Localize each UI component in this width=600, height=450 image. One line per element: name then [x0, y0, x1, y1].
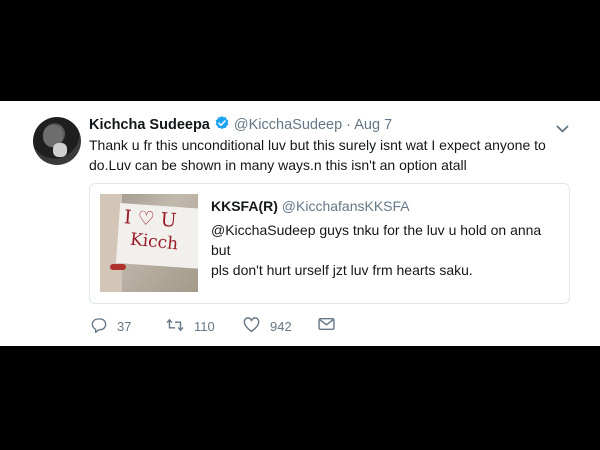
reply-icon [91, 317, 117, 336]
quoted-tweet-text: @KicchaSudeep guys tnku for the luv u ho… [211, 220, 556, 280]
tweet-text: Thank u fr this unconditional luv but th… [89, 135, 559, 175]
image-word: I ♡ U [123, 206, 178, 232]
image-wound [110, 264, 126, 270]
retweet-count: 110 [194, 319, 215, 334]
like-count: 942 [270, 319, 292, 334]
tweet-header: Kichcha Sudeepa @KicchaSudeep · Aug 7 [89, 115, 392, 136]
quoted-author-name: KKSFA(R) [211, 198, 278, 214]
quoted-tweet-image[interactable]: I ♡ U Kicch [100, 194, 198, 292]
like-button[interactable]: 942 [243, 317, 292, 336]
heart-icon [243, 317, 270, 336]
reply-count: 37 [117, 319, 132, 334]
quoted-tweet-header: KKSFA(R) @KicchafansKKSFA [211, 197, 410, 215]
retweet-button[interactable]: 110 [166, 317, 215, 336]
mail-icon [318, 317, 345, 334]
quoted-text-line: @KicchaSudeep guys tnku for the luv u ho… [211, 222, 542, 258]
verified-badge-icon [214, 115, 230, 136]
author-name[interactable]: Kichcha Sudeepa [89, 117, 210, 133]
quoted-author-handle: @KicchafansKKSFA [281, 198, 410, 214]
tweet-text-line: Thank u fr this unconditional luv but th… [89, 137, 546, 153]
author-handle[interactable]: @KicchaSudeep [234, 117, 342, 133]
tweet-actions: 37 110 942 [89, 317, 389, 337]
tweet-card[interactable]: Kichcha Sudeepa @KicchaSudeep · Aug 7 Th… [0, 101, 600, 346]
quoted-tweet[interactable]: I ♡ U Kicch KKSFA(R) @KicchafansKKSFA @K… [89, 183, 570, 304]
separator-dot: · [346, 117, 352, 133]
quoted-text-line: pls don't hurt urself jzt luv frm hearts… [211, 262, 473, 278]
message-button[interactable] [318, 317, 345, 334]
reply-button[interactable]: 37 [91, 317, 131, 336]
retweet-icon [166, 317, 194, 336]
tweet-date[interactable]: Aug 7 [354, 117, 392, 133]
avatar[interactable] [33, 117, 81, 165]
avatar-hand [53, 143, 67, 157]
tweet-text-line: do.Luv can be shown in many ways.n this … [89, 157, 467, 173]
